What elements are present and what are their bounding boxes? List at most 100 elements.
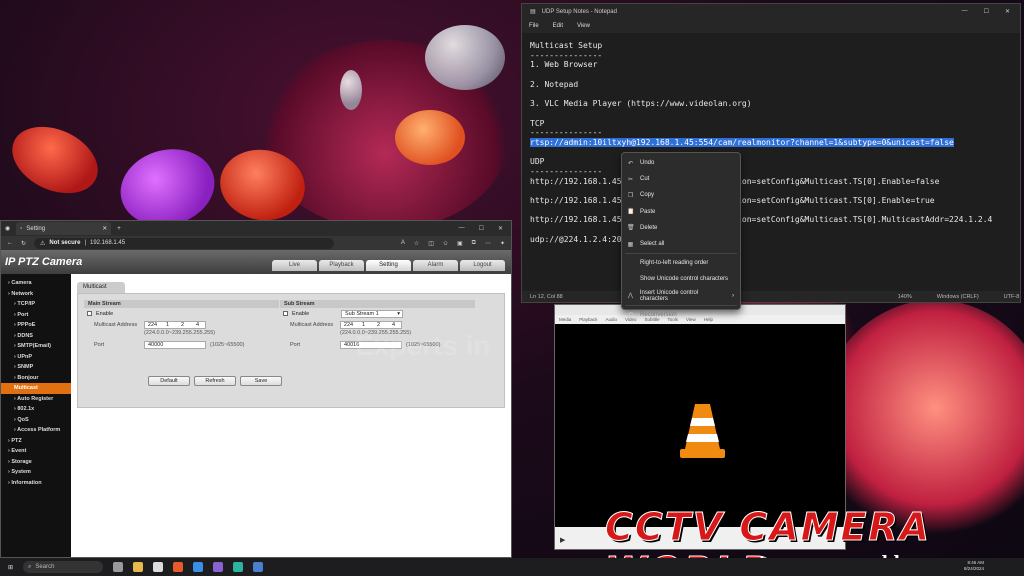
ip-octet[interactable]: 1 — [160, 322, 175, 328]
sidebar-item-label: Bonjour — [17, 374, 39, 381]
sidebar-item-802-1x[interactable]: › 802.1x — [1, 404, 71, 415]
copilot-icon[interactable]: ✦ — [500, 240, 505, 247]
close-icon[interactable]: ✕ — [1005, 8, 1010, 15]
vlc-video-area[interactable] — [555, 324, 845, 527]
sidebar-item-snmp[interactable]: › SNMP — [1, 362, 71, 373]
ip-octet[interactable]: 224 — [145, 322, 160, 328]
extensions-icon[interactable]: ⧉ — [472, 240, 476, 247]
sidebar-item-ddns[interactable]: › DDNS — [1, 331, 71, 342]
ip-octet[interactable]: 2 — [175, 322, 190, 328]
sub-stream-select[interactable]: Sub Stream 1 ▾ — [341, 309, 403, 318]
address-bar[interactable]: ⚠ Not secure | 192.168.1.45 — [34, 237, 335, 249]
more-icon[interactable]: ⋯ — [485, 240, 491, 247]
taskbar-clock[interactable]: 8:46 AM 8/24/2024 — [964, 560, 984, 572]
close-tab-icon[interactable]: ✕ — [102, 225, 107, 232]
menu-view[interactable]: View — [577, 23, 590, 29]
read-aloud-icon[interactable]: A — [401, 240, 405, 247]
browser-tab[interactable]: ▫ Setting ✕ — [16, 222, 112, 235]
main-port-input[interactable]: 40000 — [144, 340, 206, 349]
sidebar-item-port[interactable]: › Port — [1, 310, 71, 321]
sidebar-item-information[interactable]: › Information — [1, 478, 71, 489]
chrome-icon[interactable] — [153, 562, 164, 572]
context-menu-item-delete[interactable]: 🗑 Delete — [622, 220, 740, 236]
start-icon[interactable]: ⊞ — [8, 564, 13, 571]
refresh-button[interactable]: Refresh — [194, 376, 236, 386]
ip-octet[interactable]: 4 — [190, 322, 205, 328]
favorites-icon[interactable]: ✩ — [443, 240, 448, 247]
sidebar-item-network[interactable]: › Network — [1, 289, 71, 300]
multicast-tab[interactable]: Multicast — [77, 282, 125, 293]
sub-multicast-address-input[interactable]: 224 1 2 4 — [340, 320, 402, 329]
firefox-icon[interactable] — [173, 562, 184, 572]
sidebar-item-smtp-email-[interactable]: › SMTP(Email) — [1, 341, 71, 352]
sidebar-item-auto-register[interactable]: › Auto Register — [1, 394, 71, 405]
sidebar-item-camera[interactable]: › Camera — [1, 278, 71, 289]
context-menu-item-insert-unicode-control-characters[interactable]: ⋀ Insert Unicode control characters › — [622, 288, 740, 304]
sidebar-item-system[interactable]: › System — [1, 467, 71, 478]
unicode-icon: ⋀ — [627, 293, 633, 300]
taskbar-search[interactable]: ⌕ Search — [23, 561, 104, 573]
main-multicast-address-input[interactable]: 224 1 2 4 — [144, 320, 206, 329]
main-enable-checkbox[interactable] — [87, 311, 92, 316]
collections-icon[interactable]: ▣ — [457, 240, 463, 247]
sidebar-item-event[interactable]: › Event — [1, 446, 71, 457]
vlc-menu-audio[interactable]: Audio — [606, 317, 618, 322]
minimize-icon[interactable]: — — [459, 225, 465, 232]
notepad-taskbar-icon[interactable] — [253, 562, 264, 572]
tab-alarm[interactable]: Alarm — [413, 260, 458, 271]
maximize-icon[interactable]: ☐ — [479, 225, 484, 232]
context-menu-label: Paste — [640, 208, 656, 215]
sidebar-item-storage[interactable]: › Storage — [1, 457, 71, 468]
text-line — [530, 89, 992, 99]
sidebar-item-qos[interactable]: › QoS — [1, 415, 71, 426]
favorite-star-icon[interactable]: ☆ — [414, 240, 419, 247]
context-menu-item-show-unicode-control-characters[interactable]: Show Unicode control characters — [622, 271, 740, 287]
context-menu-item-paste[interactable]: 📋 Paste — [622, 204, 740, 220]
tab-logout[interactable]: Logout — [460, 260, 505, 271]
tab-live[interactable]: Live — [272, 260, 317, 271]
divider: | — [84, 240, 86, 246]
sidebar-item-ptz[interactable]: › PTZ — [1, 436, 71, 447]
file-explorer-icon[interactable] — [133, 562, 144, 572]
default-button[interactable]: Default — [148, 376, 190, 386]
context-menu-item-copy[interactable]: ❐ Copy — [622, 187, 740, 203]
close-icon[interactable]: ✕ — [498, 225, 503, 232]
sidebar-item-tcp-ip[interactable]: › TCP/IP — [1, 299, 71, 310]
play-icon[interactable]: ▶ — [560, 536, 565, 544]
sidebar-item-access-platform[interactable]: › Access Platform — [1, 425, 71, 436]
context-menu-item-undo[interactable]: ↶ Undo — [622, 155, 740, 171]
ip-octet[interactable]: 224 — [341, 322, 356, 328]
ip-octet[interactable]: 2 — [371, 322, 386, 328]
ip-octet[interactable]: 4 — [386, 322, 401, 328]
browser-profile-icon[interactable]: ◉ — [5, 225, 10, 232]
camera-logo: IP PTZ Camera — [5, 256, 83, 268]
sidebar-item-bonjour[interactable]: › Bonjour — [1, 373, 71, 384]
sidebar-item-multicast[interactable]: Multicast — [1, 383, 71, 394]
split-screen-icon[interactable]: ◫ — [428, 240, 434, 247]
reload-icon[interactable]: ↻ — [21, 240, 26, 247]
new-tab-icon[interactable]: + — [117, 226, 121, 232]
tab-setting[interactable]: Setting — [366, 260, 411, 271]
menu-edit[interactable]: Edit — [553, 23, 563, 29]
task-view-icon[interactable] — [113, 562, 124, 572]
context-menu-item-cut[interactable]: ✂ Cut — [622, 171, 740, 187]
context-menu-item-right-to-left-reading-order[interactable]: Right-to-left reading order — [622, 255, 740, 271]
minimize-icon[interactable]: — — [962, 8, 968, 15]
notepad-text-area[interactable]: Multicast Setup --------------- 1. Web Bro… — [530, 41, 992, 244]
menu-file[interactable]: File — [529, 23, 539, 29]
vlc-menu-media[interactable]: Media — [559, 317, 571, 322]
line-text: --------------- — [530, 50, 603, 60]
sub-enable-checkbox[interactable] — [283, 311, 288, 316]
ip-octet[interactable]: 1 — [356, 322, 371, 328]
save-button[interactable]: Save — [240, 376, 282, 386]
context-menu-item-select-all[interactable]: ▦ Select all — [622, 236, 740, 252]
vlc-menu-playback[interactable]: Playback — [579, 317, 597, 322]
app-icon[interactable] — [233, 562, 244, 572]
tab-playback[interactable]: Playback — [319, 260, 364, 271]
sidebar-item-upnp[interactable]: › UPnP — [1, 352, 71, 363]
sidebar-item-pppoe[interactable]: › PPPoE — [1, 320, 71, 331]
edge-icon[interactable] — [193, 562, 204, 572]
app-icon[interactable] — [213, 562, 224, 572]
maximize-icon[interactable]: ☐ — [984, 8, 989, 15]
back-icon[interactable]: ← — [7, 240, 13, 246]
